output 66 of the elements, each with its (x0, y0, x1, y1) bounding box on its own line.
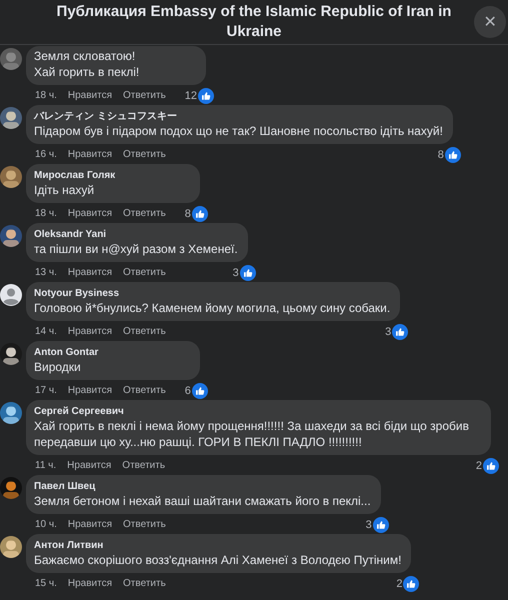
comment-author[interactable]: Павел Швец (34, 480, 371, 493)
reply-link[interactable]: Ответить (123, 519, 166, 530)
reaction-count[interactable]: 3 (385, 326, 392, 338)
reaction-count[interactable]: 2 (476, 460, 482, 472)
reply-link[interactable]: Ответить (123, 385, 166, 396)
reaction-count[interactable]: 12 (184, 90, 198, 102)
comment-text: Ідіть нахуй (34, 182, 96, 198)
like-link[interactable]: Нравится (68, 385, 112, 396)
comment-author[interactable]: Мирослав Голяк (34, 169, 190, 182)
like-link[interactable]: Нравится (68, 578, 112, 589)
comment-author[interactable]: Anton Gontar (34, 346, 190, 359)
reply-link[interactable]: Ответить (122, 460, 166, 471)
like-icon (192, 206, 208, 222)
comment-text: Підаром був і підаром подох що не так? Шановне посольство ідіть нахуй! (34, 123, 443, 139)
like-icon (198, 88, 214, 104)
reaction-count[interactable]: 3 (232, 266, 239, 278)
comment-time[interactable]: 16 ч. (35, 149, 57, 160)
comment-text: та пішли ви н@хуй разом з Хеменеї. (34, 241, 238, 257)
comment-author[interactable]: Сергей Сергеевич (34, 405, 481, 418)
like-icon (240, 264, 256, 280)
comment-text: Виродки (34, 359, 82, 375)
dialog-title: Публикация Embassy of the Islamic Republic of Iran in Ukraine (56, 2, 452, 42)
comment-time[interactable]: 11 ч. (35, 460, 56, 471)
comment-text: Земля скловатою! (34, 48, 136, 64)
reply-link[interactable]: Ответить (123, 208, 166, 219)
like-icon (444, 146, 461, 162)
reaction-count[interactable]: 6 (184, 384, 191, 396)
like-link[interactable]: Нравится (68, 149, 112, 160)
like-icon (372, 516, 389, 532)
comment-time[interactable]: 15 ч. (35, 578, 57, 589)
reply-link[interactable]: Ответить (123, 149, 166, 160)
comment-author[interactable]: Антон Литвин (34, 539, 402, 552)
reply-link[interactable]: Ответить (123, 267, 166, 278)
comment-text: Бажаємо скорішого возз'єднання Алі Хаменеї з Володєю Путіним! (34, 552, 402, 568)
avatar-icon[interactable] (0, 284, 22, 306)
comment-time[interactable]: 18 ч. (35, 208, 57, 219)
like-icon (483, 458, 499, 474)
reaction-count[interactable]: 3 (366, 518, 372, 530)
comment-time[interactable]: 17 ч. (35, 385, 57, 396)
like-link[interactable]: Нравится (68, 208, 112, 219)
reaction-count[interactable]: 2 (396, 578, 402, 590)
comment-text: Хай горить в пеклі! (34, 64, 140, 80)
comment-time[interactable]: 10 ч. (35, 519, 57, 530)
comment-text: Хай горить в пеклі і нема йому прощення!!!!!! За шахеди за всі біди що зробив передавши цю ху...ню рашці. ГОРИ В ПЕКЛІ ПАДЛО !!!!!!!!!! (34, 418, 470, 450)
comment-author[interactable]: バレンティン ミシュコフスキー (34, 110, 443, 123)
like-icon (392, 324, 408, 340)
like-link[interactable]: Нравится (68, 519, 112, 530)
close-button[interactable]: ✕ (474, 6, 506, 38)
like-icon (192, 382, 208, 398)
comment-author[interactable]: Notyour Bysiness (34, 287, 390, 300)
comment-time[interactable]: 18 ч. (35, 90, 57, 101)
like-link[interactable]: Нравится (68, 267, 112, 278)
comment-text: Головою й*бнулись? Каменем йому могила, цьому сину собаки. (34, 300, 390, 316)
reaction-count[interactable]: 8 (184, 208, 191, 220)
like-link[interactable]: Нравится (68, 326, 112, 337)
reply-link[interactable]: Ответить (123, 326, 166, 337)
comment-time[interactable]: 14 ч. (35, 326, 57, 337)
like-icon (403, 576, 420, 592)
comment-author[interactable]: Oleksandr Yani (34, 228, 238, 241)
like-link[interactable]: Нравится (67, 460, 112, 471)
comment-time[interactable]: 13 ч. (35, 267, 57, 278)
comment-text: Земля бетоном і нехай ваші шайтани смажать його в пеклі... (34, 493, 371, 509)
reaction-count[interactable]: 8 (438, 148, 444, 160)
like-link[interactable]: Нравится (68, 90, 112, 101)
reply-link[interactable]: Ответить (123, 578, 166, 589)
reply-link[interactable]: Ответить (123, 90, 166, 101)
